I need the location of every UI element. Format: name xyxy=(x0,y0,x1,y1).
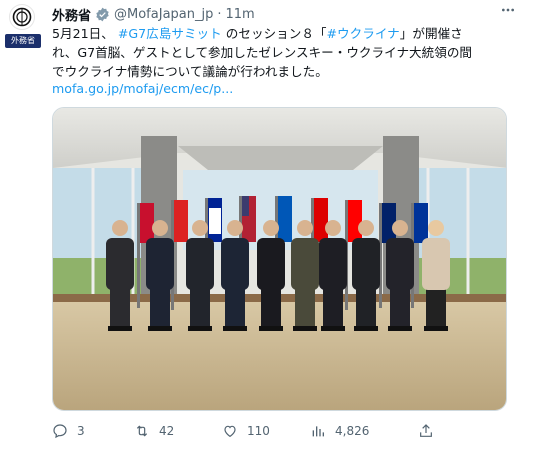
tweet-text: 5月21日、 #G7広島サミット のセッション８「#ウクライナ」が開催さ れ、G… xyxy=(52,24,516,81)
like-button[interactable]: 110 xyxy=(222,418,270,444)
tweet-actions: 3 42 110 4,826 xyxy=(52,418,492,444)
share-button[interactable] xyxy=(418,418,434,444)
retweet-button[interactable]: 42 xyxy=(134,418,174,444)
like-count: 110 xyxy=(247,424,270,438)
verified-badge-icon xyxy=(95,7,110,22)
reply-button[interactable]: 3 xyxy=(52,418,85,444)
reply-icon xyxy=(53,424,67,439)
avatar-label: 外務省 xyxy=(5,34,41,48)
reply-count: 3 xyxy=(77,424,85,438)
tweet-header: 外務省 @MofaJapan_jp · 11m xyxy=(52,5,255,24)
tweet-photo[interactable] xyxy=(52,107,507,411)
like-icon xyxy=(224,425,236,438)
separator-dot: · xyxy=(217,7,222,22)
tweet-text-line3: でウクライナ情勢について議論が行われました。 xyxy=(52,64,328,79)
tweet-link[interactable]: mofa.go.jp/mofaj/ecm/ec/p... xyxy=(52,81,233,96)
tweet-text-line1-prefix: 5月21日、 xyxy=(52,26,114,41)
mofa-logo-icon xyxy=(9,4,35,30)
more-icon[interactable] xyxy=(500,2,516,22)
author-name[interactable]: 外務省 xyxy=(52,5,91,24)
views-icon xyxy=(312,426,324,437)
avatar[interactable]: 外務省 xyxy=(5,4,41,48)
views-count: 4,826 xyxy=(335,424,370,438)
share-icon xyxy=(420,424,432,437)
hashtag-g7-hiroshima[interactable]: #G7広島サミット xyxy=(118,26,222,41)
views-button[interactable]: 4,826 xyxy=(310,418,369,444)
g7-leaders-photo xyxy=(53,108,506,410)
hashtag-ukraine[interactable]: #ウクライナ xyxy=(327,26,400,41)
retweet-count: 42 xyxy=(159,424,175,438)
author-handle[interactable]: @MofaJapan_jp xyxy=(114,7,213,22)
retweet-icon xyxy=(136,425,148,437)
tweet-text-line2: れ、G7首脳、ゲストとして参加したゼレンスキー・ウクライナ大統領の間 xyxy=(52,45,473,60)
tweet-text-line1-suffix: 」が開催さ xyxy=(399,26,463,41)
tweet-text-line1-middle: のセッション８「 xyxy=(225,26,327,41)
tweet-timestamp[interactable]: 11m xyxy=(226,7,255,22)
